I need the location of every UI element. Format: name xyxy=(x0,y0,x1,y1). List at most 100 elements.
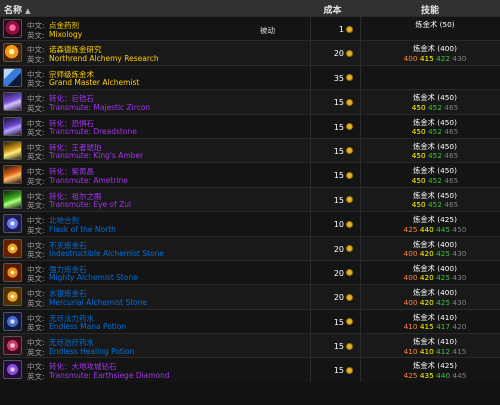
label-en: 英文: xyxy=(27,128,45,138)
item-name-en[interactable]: Endless Mana Potion xyxy=(49,322,126,331)
sort-arrow-icon[interactable]: ▲ xyxy=(25,7,30,15)
skill-levels: 450 452 465 xyxy=(370,176,500,185)
item-name-en[interactable]: Northrend Alchemy Research xyxy=(49,54,159,63)
label-en: 英文: xyxy=(27,371,45,381)
mighty-stone-icon[interactable] xyxy=(3,262,22,282)
table-row[interactable]: 中文: 英文: 诺森德炼金研究 Northrend Alchemy Resear… xyxy=(0,40,500,65)
table-row[interactable]: 中文: 英文: 转化：王者琥珀 Transmute: King's Amber … xyxy=(0,137,500,163)
skill-required-level: (400) xyxy=(437,239,457,249)
cost-value: 15 xyxy=(333,195,344,205)
mixology-icon[interactable] xyxy=(3,19,22,38)
item-name-en[interactable]: Mixology xyxy=(49,30,82,39)
column-skill[interactable]: 技能 xyxy=(360,3,500,16)
flask-of-the-north-icon[interactable] xyxy=(3,214,22,234)
skill-level: 420 xyxy=(419,249,434,259)
cost-value: 15 xyxy=(333,146,344,156)
table-row[interactable]: 中文: 英文: 转化：大地攻城钻石 Transmute: Earthsiege … xyxy=(0,357,500,382)
item-name-en[interactable]: Grand Master Alchemist xyxy=(49,78,139,87)
skill-level: 452 xyxy=(428,102,442,112)
skill-name: 炼金术 xyxy=(413,166,435,176)
coin-icon xyxy=(346,269,353,277)
skill-level: 400 xyxy=(403,273,418,283)
table-row[interactable]: 中文: 英文: 北地合剂 Flask of the North 10 炼金术 (… xyxy=(0,211,500,236)
label-en: 英文: xyxy=(27,79,45,89)
table-row[interactable]: 中文: 英文: 无尽法力药水 Endless Mana Potion 15 炼金… xyxy=(0,308,500,334)
skill-level: 425 xyxy=(436,297,451,307)
label-en: 英文: xyxy=(27,30,45,40)
skill-name: 炼金术 xyxy=(413,190,435,200)
coin-icon xyxy=(346,98,353,106)
coin-icon xyxy=(346,318,353,326)
majestic-zircon-icon[interactable] xyxy=(3,92,22,112)
item-name-en[interactable]: Transmute: Earthsiege Diamond xyxy=(49,371,170,380)
table-header: 名称 ▲ 成本 技能 xyxy=(0,0,500,16)
item-name-en[interactable]: Transmute: King's Amber xyxy=(49,151,143,160)
skill-required-level: (410) xyxy=(437,337,457,347)
earthsiege-diamond-icon[interactable] xyxy=(3,360,22,380)
table-row[interactable]: 中文: 英文: 转化：巨锆石 Transmute: Majestic Zirco… xyxy=(0,89,500,114)
cost-value: 15 xyxy=(333,171,344,181)
skill-name: 炼金术 xyxy=(415,20,438,29)
table-row[interactable]: 中文: 英文: 宗师级炼金术 Grand Master Alchemist 35 xyxy=(0,64,500,90)
table-row[interactable]: 中文: 英文: 点金药剂 Mixology 被动 1 炼金术 (50) xyxy=(0,16,500,41)
endless-healing-icon[interactable] xyxy=(3,336,22,356)
skill-level: 420 xyxy=(419,297,434,307)
skill-required-level: (400) xyxy=(437,288,457,298)
coin-icon xyxy=(346,171,353,179)
item-name-en[interactable]: Transmute: Eye of Zul xyxy=(49,200,131,209)
cost-value: 15 xyxy=(333,98,344,108)
skill-level: 445 xyxy=(436,224,451,234)
column-cost[interactable]: 成本 xyxy=(310,3,355,16)
label-en: 英文: xyxy=(27,347,45,357)
cost-value: 20 xyxy=(333,49,344,59)
ametrine-icon[interactable] xyxy=(3,165,22,185)
item-name-en[interactable]: Transmute: Ametrine xyxy=(49,176,128,185)
table-row[interactable]: 中文: 英文: 不灭炼金石 Indestructible Alchemist S… xyxy=(0,235,500,260)
column-divider xyxy=(360,260,361,285)
item-name-en[interactable]: Indestructible Alchemist Stone xyxy=(49,249,164,258)
column-divider xyxy=(360,163,361,187)
skill-level: 420 xyxy=(452,322,467,332)
skill-level: 445 xyxy=(452,370,467,380)
column-divider xyxy=(360,334,361,358)
skill-level: 425 xyxy=(436,273,451,283)
table-row[interactable]: 中文: 英文: 转化：紫黄晶 Transmute: Ametrine 15 炼金… xyxy=(0,162,500,187)
skill-levels: 425 440 445 450 xyxy=(370,225,500,234)
mercurial-stone-icon[interactable] xyxy=(3,287,22,307)
grand-master-icon[interactable] xyxy=(3,67,22,87)
table-row[interactable]: 中文: 英文: 强力炼金石 Mighty Alchemist Stone 20 … xyxy=(0,259,500,285)
kings-amber-icon[interactable] xyxy=(3,140,22,160)
coin-icon xyxy=(346,366,353,374)
skill-level: 440 xyxy=(436,370,451,380)
skill-name: 炼金术 xyxy=(413,312,435,322)
item-name-en[interactable]: Mighty Alchemist Stone xyxy=(49,273,138,282)
table-row[interactable]: 中文: 英文: 转化：祖尔之眼 Transmute: Eye of Zul 15… xyxy=(0,186,500,212)
skill-level: 400 xyxy=(403,297,418,307)
item-name-en[interactable]: Transmute: Majestic Zircon xyxy=(49,103,150,112)
label-en: 英文: xyxy=(27,323,45,333)
northrend-research-icon[interactable] xyxy=(3,43,22,63)
skill-level: 450 xyxy=(411,102,426,112)
indestructible-stone-icon[interactable] xyxy=(3,238,22,258)
item-name-en[interactable]: Endless Healing Potion xyxy=(49,347,134,356)
endless-mana-icon[interactable] xyxy=(3,311,22,331)
skill-level: 452 xyxy=(428,200,442,210)
table-row[interactable]: 中文: 英文: 无尽治疗药水 Endless Healing Potion 15… xyxy=(0,333,500,358)
dreadstone-icon[interactable] xyxy=(3,116,22,136)
column-divider xyxy=(360,187,361,212)
column-name[interactable]: 名称 ▲ xyxy=(4,3,31,16)
item-name-en[interactable]: Transmute: Dreadstone xyxy=(49,127,137,136)
label-en: 英文: xyxy=(27,201,45,211)
eye-of-zul-icon[interactable] xyxy=(3,189,22,209)
coin-icon xyxy=(346,245,353,253)
item-name-en[interactable]: Flask of the North xyxy=(49,225,116,234)
table-row[interactable]: 中文: 英文: 转化：恐惧石 Transmute: Dreadstone 15 … xyxy=(0,113,500,138)
table-row[interactable]: 中文: 英文: 水银炼金石 Mercurial Alchemist Stone … xyxy=(0,284,500,309)
skill-level: 420 xyxy=(419,273,434,283)
skill-level: 430 xyxy=(452,53,467,63)
skill-levels: 450 452 465 xyxy=(370,103,500,112)
cost-value: 15 xyxy=(333,366,344,376)
skill-required-level: (450) xyxy=(437,190,457,200)
skill-level: 417 xyxy=(436,322,451,332)
item-name-en[interactable]: Mercurial Alchemist Stone xyxy=(49,298,147,307)
